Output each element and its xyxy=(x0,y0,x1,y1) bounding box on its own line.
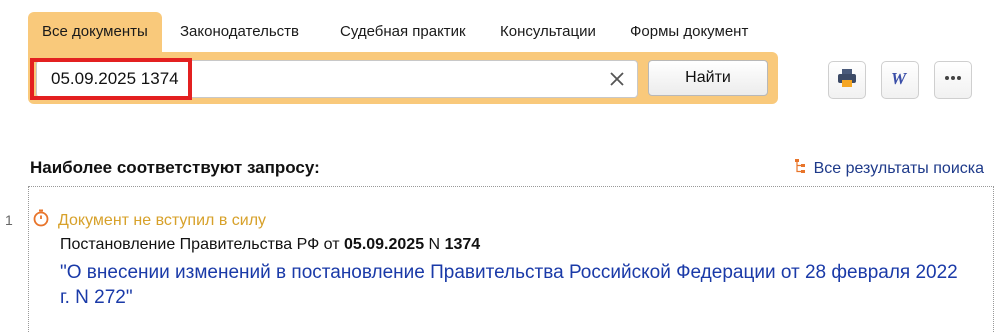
result-number: 1 xyxy=(5,212,13,228)
result-list xyxy=(28,186,994,332)
search-field xyxy=(36,60,638,98)
doc-date: 05.09.2025 xyxy=(344,236,425,253)
doc-number: 1374 xyxy=(444,236,481,253)
print-button[interactable] xyxy=(828,61,866,99)
status-text: Документ не вступил в силу xyxy=(58,211,267,229)
tab-document-forms[interactable]: Формы документ xyxy=(630,12,748,52)
print-icon xyxy=(836,67,858,94)
all-results-link[interactable]: Все результаты поиска xyxy=(794,158,984,179)
tab-court-practice[interactable]: Судебная практик xyxy=(340,12,466,52)
all-results-label: Все результаты поиска xyxy=(813,159,984,177)
results-tree-icon xyxy=(794,158,810,179)
search-input[interactable] xyxy=(37,61,597,97)
find-button[interactable]: Найти xyxy=(648,60,768,96)
word-export-button[interactable]: W xyxy=(881,61,919,99)
doc-n-label: N xyxy=(428,236,441,253)
result-status: Документ не вступил в силу xyxy=(32,209,266,232)
more-button[interactable] xyxy=(934,61,972,99)
stopwatch-icon xyxy=(32,209,50,232)
tab-consultations[interactable]: Консультации xyxy=(500,12,596,52)
document-reference: Постановление Правительства РФ от 05.09.… xyxy=(60,236,480,254)
document-title-link[interactable]: "О внесении изменений в постановление Пр… xyxy=(60,260,960,310)
word-icon: W xyxy=(889,67,911,94)
doc-prefix: Постановление Правительства РФ от xyxy=(60,236,340,253)
close-icon[interactable] xyxy=(605,67,629,91)
svg-text:W: W xyxy=(891,69,908,88)
search-bar: Найти xyxy=(28,52,778,104)
results-heading: Наиболее соответствуют запросу: xyxy=(30,158,320,177)
tab-legislation[interactable]: Законодательств xyxy=(180,12,299,52)
tab-all-documents[interactable]: Все документы xyxy=(28,12,162,52)
more-icon xyxy=(942,67,964,94)
